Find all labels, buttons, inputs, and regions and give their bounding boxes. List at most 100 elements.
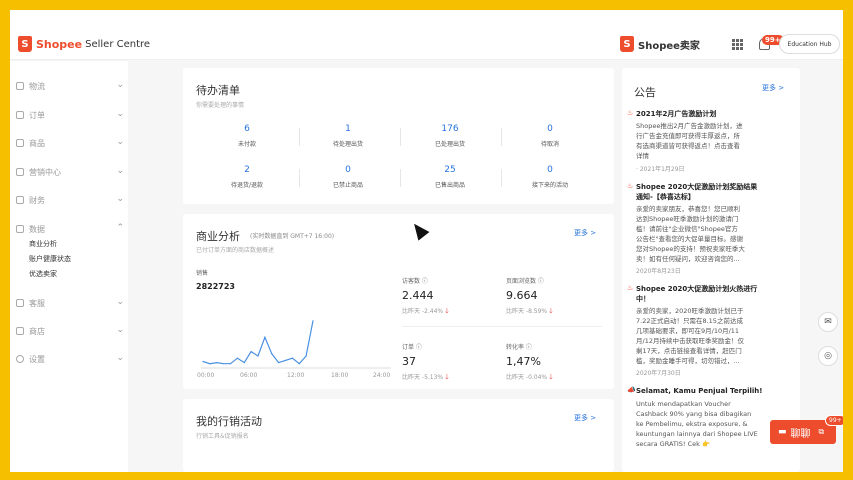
- analytics-more-link[interactable]: 更多 >: [574, 228, 596, 238]
- sidebar-item-marketing[interactable]: 营销中心 ⌄: [16, 165, 124, 179]
- sidebar-subitem-account-health[interactable]: 账户健康状态: [29, 254, 71, 264]
- orders-value: 37: [402, 355, 416, 368]
- marketing-more-link[interactable]: 更多 >: [574, 413, 596, 423]
- sidebar-item-label: 客服: [29, 298, 45, 308]
- sales-data-point: [278, 362, 280, 364]
- tag-icon: [16, 168, 24, 176]
- todo-value: 176: [441, 124, 459, 134]
- announcements-title: 公告: [634, 86, 656, 99]
- app-frame: S Shopee Seller Centre S Shopee卖家 99+ Ed…: [10, 10, 843, 472]
- todo-label: 待处理出货: [332, 141, 363, 148]
- sidebar-item-shop[interactable]: 商店 ⌄: [16, 324, 124, 338]
- visitors-value: 2.444: [402, 289, 434, 302]
- conversion-compare: 比昨天 -0.04% 🡓: [506, 373, 553, 381]
- chat-window-icon: ⧉: [818, 427, 825, 436]
- analytics-subtitle: 已付订单方面的商店数据概述: [196, 247, 275, 254]
- sidebar: 物流 ⌄ 订单 ⌄ 商品 ⌄ 营销中心 ⌄ 财务 ⌄ 数据 ⌃ 商业分析 账户健…: [10, 61, 128, 472]
- conversion-label: 转化率 ⓘ: [506, 344, 532, 351]
- announcement-title[interactable]: Selamat, Kamu Penjual Terpilih!: [636, 387, 762, 395]
- orders-compare: 比昨天 -5.13% 🡓: [402, 373, 449, 381]
- conversion-value: 1,47%: [506, 355, 541, 368]
- chart-icon: [16, 225, 24, 233]
- marketing-title: 我的行销活动: [196, 415, 262, 428]
- fire-icon: ♨: [627, 109, 634, 117]
- announcement-title[interactable]: 2021年2月广告激励计划: [636, 109, 716, 119]
- chevron-up-icon: ⌃: [116, 223, 124, 233]
- todo-to-process[interactable]: 1 待处理出货: [297, 124, 399, 148]
- chat-icon: ▬: [778, 427, 787, 437]
- pageviews-label: 页面浏览数 ⓘ: [506, 278, 544, 285]
- sales-data-point: [229, 363, 232, 365]
- announcement-body: 亲爱的卖家，2020旺季激励计划已于 7.22正式启动！只需在8.15之前达成 …: [636, 307, 744, 365]
- todo-value: 0: [547, 124, 553, 134]
- sidebar-item-logistics[interactable]: 物流 ⌄: [16, 79, 124, 93]
- sidebar-item-label: 商品: [29, 138, 45, 148]
- todo-sold-out[interactable]: 25 已售出商品: [399, 165, 501, 189]
- todo-processed[interactable]: 176 已处理出货: [399, 124, 501, 148]
- sales-data-point: [250, 351, 252, 353]
- todo-pending-cancel[interactable]: 0 待取消: [499, 124, 601, 148]
- divider: [402, 326, 602, 327]
- announcement-title[interactable]: Shopee 2020大促激励计划奖励结果 通知-【恭喜达标】: [636, 182, 757, 202]
- sidebar-item-data[interactable]: 数据 ⌃: [16, 222, 124, 236]
- sales-series-line: [202, 320, 314, 365]
- marketing-card: 我的行销活动 行销工具&促销报名 更多 >: [183, 399, 614, 472]
- todo-value: 0: [345, 165, 351, 175]
- announcements-more-link[interactable]: 更多 >: [762, 83, 784, 93]
- sidebar-item-products[interactable]: 商品 ⌄: [16, 136, 124, 150]
- sales-data-point: [305, 355, 307, 357]
- announcement-title[interactable]: Shopee 2020大促激励计划火热进行 中！: [636, 284, 757, 304]
- x-tick-label: 06:00: [240, 372, 258, 379]
- visitors-label: 访客数 ⓘ: [402, 278, 428, 285]
- chevron-down-icon: ⌄: [116, 325, 124, 335]
- marketing-subtitle: 行销工具&促销报名: [196, 433, 249, 440]
- down-arrow-icon: 🡓: [549, 307, 553, 315]
- sales-data-point: [271, 353, 273, 355]
- announcement-date: · 2021年1月29日: [636, 166, 685, 173]
- fire-icon: ♨: [627, 182, 634, 190]
- sales-data-point: [298, 363, 300, 365]
- visitors-compare: 比昨天 -2.44% 🡓: [402, 307, 449, 315]
- megaphone-icon: 📣: [627, 386, 636, 394]
- down-arrow-icon: 🡓: [445, 307, 449, 315]
- sales-value: 2822723: [196, 282, 235, 291]
- headset-icon[interactable]: ◎: [818, 346, 838, 366]
- sales-data-point: [202, 360, 204, 363]
- down-arrow-icon: 🡓: [549, 373, 553, 381]
- sidebar-item-finance[interactable]: 财务 ⌄: [16, 193, 124, 207]
- mail-icon[interactable]: ✉: [818, 312, 838, 332]
- todo-banned-products[interactable]: 0 已禁止商品: [297, 165, 399, 189]
- sidebar-item-orders[interactable]: 订单 ⌄: [16, 108, 124, 122]
- chat-badge: 99+: [825, 415, 843, 426]
- education-hub-button[interactable]: Education Hub: [779, 34, 840, 54]
- truck-icon: [16, 82, 24, 90]
- sales-data-point: [236, 357, 238, 359]
- todo-return-refund[interactable]: 2 待退货/退款: [196, 165, 298, 189]
- gear-icon: [16, 355, 24, 363]
- sidebar-subitem-business-insights[interactable]: 商业分析: [29, 239, 57, 249]
- logo[interactable]: S Shopee Seller Centre: [18, 36, 150, 52]
- sidebar-item-settings[interactable]: 设置 ⌄: [16, 352, 124, 366]
- sales-line-chart: [201, 320, 391, 369]
- sales-data-point: [284, 359, 287, 361]
- sidebar-subitem-preferred-seller[interactable]: 优选卖家: [29, 269, 57, 279]
- sidebar-item-customer-service[interactable]: 客服 ⌄: [16, 296, 124, 310]
- sidebar-item-label: 财务: [29, 195, 45, 205]
- shopee-seller-cn-link[interactable]: S Shopee卖家: [620, 36, 700, 52]
- x-tick-label: 18:00: [331, 372, 349, 379]
- sidebar-item-label: 设置: [29, 354, 45, 364]
- chat-label: 聊聊: [790, 428, 811, 440]
- todo-upcoming-events[interactable]: 0 接下来的活动: [499, 165, 601, 189]
- sales-data-point: [243, 362, 245, 364]
- todo-value: 1: [345, 124, 351, 134]
- sales-data-point: [264, 336, 266, 338]
- todo-label: 待取消: [540, 141, 559, 148]
- todo-label: 已处理出货: [434, 141, 465, 148]
- x-tick-label: 12:00: [287, 372, 305, 379]
- announcement-body: 亲爱的卖家朋友，恭喜您！您已顺利 达到Shopee旺季激励计划的激请门 槛！请前…: [636, 205, 745, 263]
- apps-grid-icon[interactable]: [732, 39, 743, 50]
- chevron-down-icon: ⌄: [116, 109, 124, 119]
- todo-unpaid[interactable]: 6 未付款: [196, 124, 298, 148]
- shopee-bag-icon: S: [18, 36, 32, 52]
- sidebar-item-label: 物流: [29, 81, 45, 91]
